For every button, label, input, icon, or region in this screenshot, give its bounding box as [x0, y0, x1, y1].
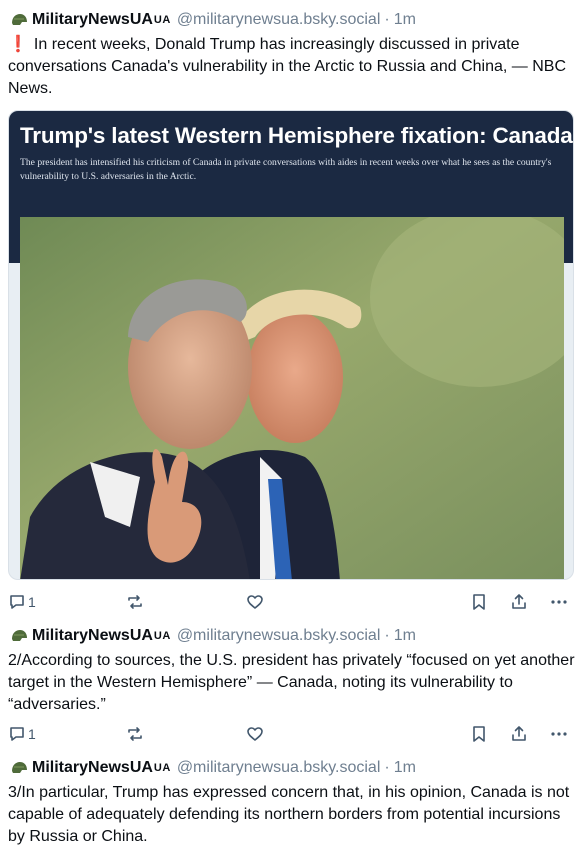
separator: ·	[384, 11, 390, 28]
reply-icon	[10, 595, 24, 609]
author-name[interactable]: MilitaryNewsUA	[32, 11, 153, 29]
bookmark-icon	[473, 594, 485, 610]
link-card-subtitle: The president has intensified his critic…	[20, 157, 552, 182]
bookmark-button[interactable]	[471, 590, 487, 614]
helmet-icon[interactable]	[10, 11, 28, 29]
more-button[interactable]	[549, 590, 569, 614]
bookmark-button[interactable]	[471, 722, 487, 746]
more-icon	[551, 600, 567, 604]
heart-icon	[247, 727, 263, 741]
link-card-title: Trump's latest Western Hemisphere fixati…	[20, 123, 573, 148]
author-name[interactable]: MilitaryNewsUA	[32, 759, 153, 777]
post-header: MilitaryNewsUA UA @militarynewsua.bsky.s…	[0, 625, 586, 647]
post-time[interactable]: 1m	[394, 759, 416, 777]
link-card[interactable]: Trump's latest Western Hemisphere fixati…	[8, 110, 574, 580]
post-actions: 1	[0, 590, 586, 614]
share-icon	[512, 594, 526, 609]
news-photo	[20, 217, 564, 579]
reply-button[interactable]: 1	[8, 722, 36, 746]
share-button[interactable]	[510, 722, 528, 746]
reply-count: 1	[28, 726, 36, 742]
like-button[interactable]	[246, 722, 264, 746]
author-flag: UA	[153, 630, 171, 642]
heart-icon	[247, 595, 263, 609]
post-header: MilitaryNewsUA UA @militarynewsua.bsky.s…	[0, 757, 586, 779]
reply-count: 1	[28, 594, 36, 610]
post-body: In recent weeks, Donald Trump has increa…	[8, 36, 566, 97]
author-handle[interactable]: @militarynewsua.bsky.social	[177, 11, 381, 29]
author-handle[interactable]: @militarynewsua.bsky.social	[177, 759, 381, 777]
post-3[interactable]: MilitaryNewsUA UA @militarynewsua.bsky.s…	[0, 757, 586, 848]
like-button[interactable]	[246, 590, 264, 614]
helmet-icon[interactable]	[10, 627, 28, 645]
reply-icon	[10, 727, 24, 741]
author-flag: UA	[153, 762, 171, 774]
post-actions: 1	[0, 722, 586, 746]
separator: ·	[384, 627, 390, 644]
post-text: ❗ In recent weeks, Donald Trump has incre…	[0, 34, 586, 100]
more-icon	[551, 732, 567, 736]
post-1[interactable]: MilitaryNewsUA UA @militarynewsua.bsky.s…	[0, 9, 586, 100]
alert-icon: ❗	[8, 36, 28, 53]
post-header: MilitaryNewsUA UA @militarynewsua.bsky.s…	[0, 9, 586, 31]
repost-button[interactable]	[126, 590, 144, 614]
post-2[interactable]: MilitaryNewsUA UA @militarynewsua.bsky.s…	[0, 625, 586, 716]
post-time[interactable]: 1m	[394, 627, 416, 645]
reply-button[interactable]: 1	[8, 590, 36, 614]
share-icon	[512, 726, 526, 741]
more-button[interactable]	[549, 722, 569, 746]
author-name[interactable]: MilitaryNewsUA	[32, 627, 153, 645]
repost-button[interactable]	[126, 722, 144, 746]
helmet-icon[interactable]	[10, 759, 28, 777]
repost-icon	[128, 727, 142, 741]
bookmark-icon	[473, 726, 485, 742]
post-text: 3/In particular, Trump has expressed con…	[8, 784, 570, 845]
author-handle[interactable]: @militarynewsua.bsky.social	[177, 627, 381, 645]
share-button[interactable]	[510, 590, 528, 614]
post-time[interactable]: 1m	[394, 11, 416, 29]
author-flag: UA	[153, 14, 171, 26]
separator: ·	[384, 759, 390, 776]
repost-icon	[128, 595, 142, 609]
post-text: 2/According to sources, the U.S. preside…	[8, 652, 575, 713]
